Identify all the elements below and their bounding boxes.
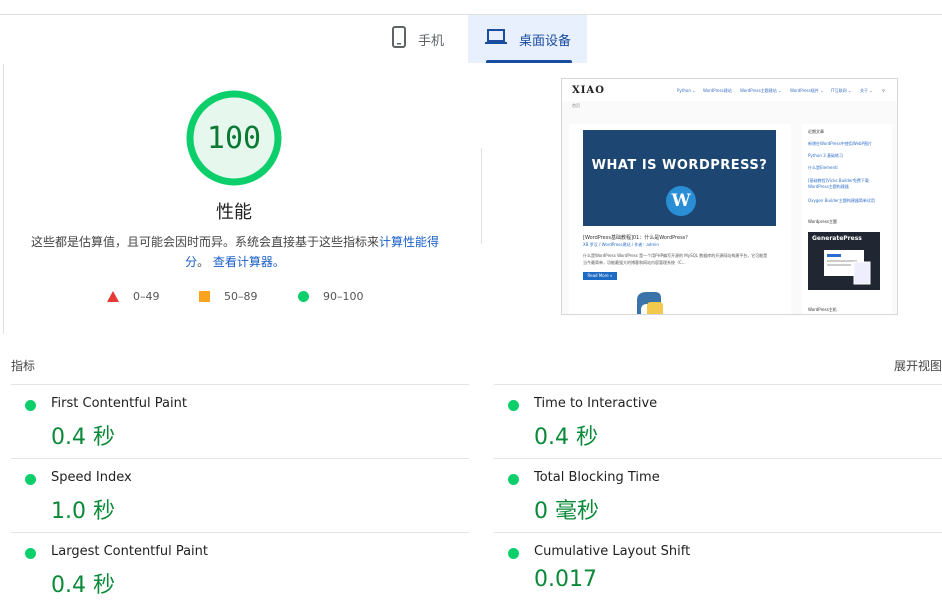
generatepress-devices-icon bbox=[824, 250, 871, 285]
metric-lcp: Largest Contentful Paint 0.4 秒 bbox=[11, 532, 469, 607]
metric-speed-index: Speed Index 1.0 秒 bbox=[11, 458, 469, 533]
screenshot-search-icon: ⚲ bbox=[882, 88, 885, 93]
screenshot-main-column: WHAT IS WORDPRESS? W [WordPress基础教程]01：什… bbox=[569, 124, 791, 314]
metric-tbt: Total Blocking Time 0 毫秒 bbox=[494, 458, 942, 533]
pass-circle-icon bbox=[25, 400, 36, 411]
metrics-heading: 指标 bbox=[11, 359, 36, 373]
metric-tti: Time to Interactive 0.4 秒 bbox=[494, 384, 942, 459]
screenshot-navbar: XIAO Python ⌄ WordPress建站 WordPress主题建站 … bbox=[562, 79, 897, 101]
screenshot-sidebar: 近期文章 新增在WordPress中使用WebP图片 Python 3 基础练习… bbox=[802, 124, 892, 314]
screenshot-sidebar-link: Python 3 基础练习 bbox=[808, 153, 843, 158]
screenshot-menu-item: IT互联网 ⌄ bbox=[831, 88, 852, 93]
screenshot-post-title: [WordPress基础教程]01：什么是WordPress？ bbox=[583, 235, 691, 241]
wordpress-logo-icon: W bbox=[666, 186, 696, 216]
final-screenshot: XIAO Python ⌄ WordPress建站 WordPress主题建站 … bbox=[561, 78, 898, 315]
metric-value: 1.0 秒 bbox=[51, 499, 115, 524]
description-text: 这些都是估算值，且可能会因时而异。系统会直接基于这些指标来 bbox=[30, 235, 379, 249]
screenshot-sidebar-link: [基础教程]Vicks Builder免费下载WordPress主题构建器 bbox=[808, 178, 869, 189]
legend-pass-label: 90–100 bbox=[323, 290, 364, 303]
metric-name: Cumulative Layout Shift bbox=[534, 544, 691, 559]
legend-average-label: 50–89 bbox=[224, 290, 258, 303]
metric-value: 0.4 秒 bbox=[51, 425, 115, 450]
description-separator: 。 bbox=[197, 255, 210, 269]
performance-score: 100 bbox=[206, 120, 262, 156]
screenshot-sidebar-title: 近期文章 bbox=[808, 129, 824, 134]
metric-value: 0.017 bbox=[534, 567, 597, 592]
pass-circle-icon bbox=[25, 548, 36, 559]
pass-circle-icon bbox=[508, 474, 519, 485]
column-divider bbox=[481, 148, 482, 244]
performance-gauge: 100 bbox=[185, 89, 283, 187]
active-tab-indicator bbox=[486, 60, 572, 63]
laptop-icon bbox=[485, 29, 507, 49]
view-calculator-link[interactable]: 查看计算器。 bbox=[213, 255, 285, 269]
metric-fcp: First Contentful Paint 0.4 秒 bbox=[11, 384, 469, 459]
tab-desktop[interactable]: 桌面设备 bbox=[468, 15, 587, 63]
phone-icon bbox=[392, 26, 406, 52]
average-square-icon bbox=[199, 291, 210, 302]
expand-view-toggle[interactable]: 展开视图 bbox=[894, 357, 942, 374]
fail-triangle-icon bbox=[107, 291, 119, 302]
metric-value: 0.4 秒 bbox=[534, 425, 598, 450]
legend-fail-label: 0–49 bbox=[133, 290, 160, 303]
legend-fail: 0–49 bbox=[107, 290, 160, 303]
tab-desktop-label: 桌面设备 bbox=[519, 33, 572, 49]
screenshot-menu-item: WordPress建站 bbox=[703, 88, 732, 93]
metric-cls: Cumulative Layout Shift 0.017 bbox=[494, 532, 942, 607]
legend-average: 50–89 bbox=[199, 290, 258, 303]
device-tabs: 手机 桌面设备 bbox=[0, 15, 942, 63]
screenshot-hero-title: WHAT IS WORDPRESS? bbox=[591, 158, 768, 173]
screenshot-breadcrumb: 首页 bbox=[572, 103, 580, 108]
screenshot-excerpt-line: 当今最简单，功能最强大的博客和网站内容管理系统（C... bbox=[583, 260, 686, 265]
pass-circle-icon bbox=[508, 400, 519, 411]
screenshot-sidebar-link: 什么是Elementi bbox=[808, 165, 838, 170]
screenshot-hero-image: WHAT IS WORDPRESS? W bbox=[583, 130, 776, 226]
metric-name: Speed Index bbox=[51, 470, 132, 485]
performance-title: 性能 bbox=[216, 202, 252, 223]
screenshot-sidebar-link: 新增在WordPress中使用WebP图片 bbox=[808, 141, 872, 146]
metric-name: Time to Interactive bbox=[534, 396, 658, 411]
screenshot-menu-item: WordPress主题建站 ⌄ bbox=[740, 88, 782, 93]
left-edge-divider bbox=[3, 64, 4, 334]
screenshot-menu-item: WordPress插件 ⌄ bbox=[790, 88, 824, 93]
pass-circle-icon bbox=[298, 291, 309, 302]
screenshot-menu-item: 关于 ⌄ bbox=[860, 88, 873, 93]
metric-name: First Contentful Paint bbox=[51, 396, 187, 411]
screenshot-sidebar-section: Wordpress主题 bbox=[808, 219, 838, 224]
tab-mobile-label: 手机 bbox=[418, 33, 445, 49]
metric-value: 0 毫秒 bbox=[534, 499, 599, 524]
screenshot-sidebar-footer: WordPress主机 bbox=[808, 307, 837, 312]
screenshot-sidebar-link: Oxygen Builder主题构建器简单试用 bbox=[808, 198, 875, 203]
screenshot-logo: XIAO bbox=[572, 85, 605, 96]
metric-value: 0.4 秒 bbox=[51, 573, 115, 598]
metric-name: Largest Contentful Paint bbox=[51, 544, 209, 559]
score-description: 这些都是估算值，且可能会因时而异。系统会直接基于这些指标来计算性能得分。 查看计… bbox=[30, 232, 440, 272]
screenshot-post-meta: XB 罗汉 / WordPress建站 / 作者：admin bbox=[583, 242, 659, 247]
generatepress-name: GeneratePress bbox=[812, 235, 862, 242]
metric-name: Total Blocking Time bbox=[534, 470, 660, 485]
tab-mobile[interactable]: 手机 bbox=[392, 15, 468, 63]
python-logo-icon bbox=[637, 292, 663, 314]
pass-circle-icon bbox=[508, 548, 519, 559]
screenshot-read-more-button: Read More » bbox=[583, 272, 617, 280]
screenshot-generatepress-banner: GeneratePress bbox=[808, 232, 880, 290]
pass-circle-icon bbox=[25, 474, 36, 485]
screenshot-menu-item: Python ⌄ bbox=[677, 88, 696, 93]
legend-pass: 90–100 bbox=[298, 290, 364, 303]
screenshot-excerpt-line: 什么是WordPress WordPress 是一个用PHP编写开源的 MySQ… bbox=[583, 253, 768, 258]
